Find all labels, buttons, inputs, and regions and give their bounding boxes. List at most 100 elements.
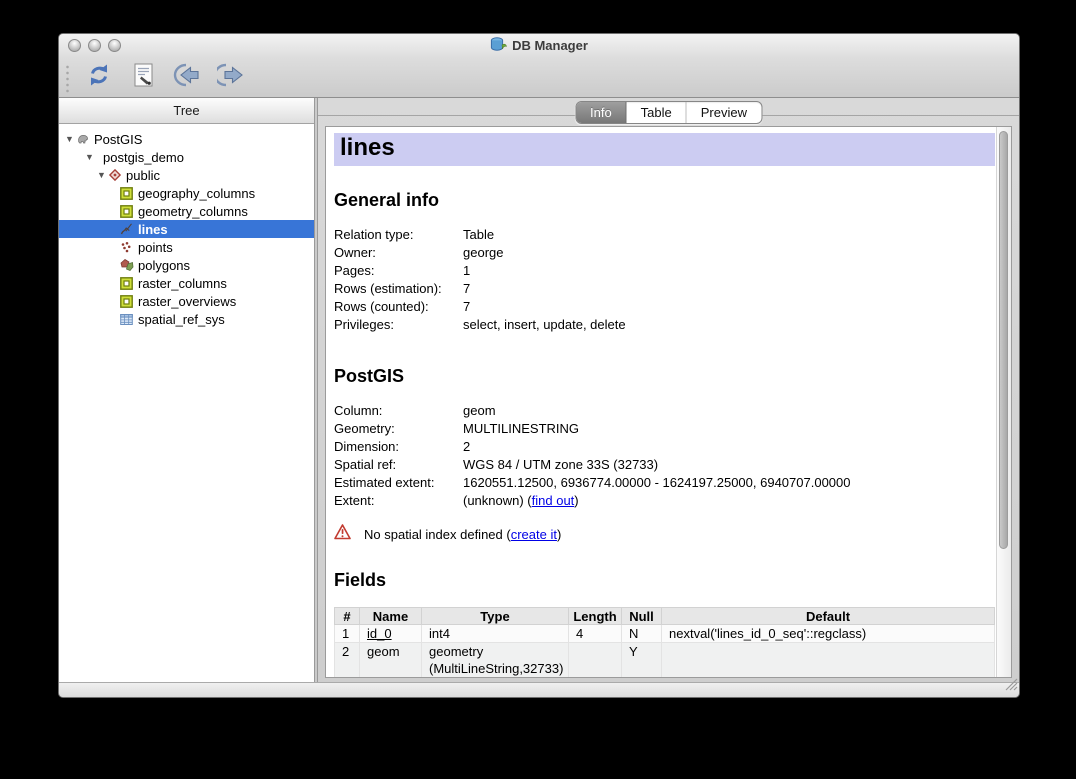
table-grid-icon [119, 312, 134, 326]
import-layer-button[interactable] [172, 63, 202, 93]
point-layer-icon [119, 240, 134, 254]
tree-item-label: points [138, 240, 173, 255]
tree-item-label: lines [138, 222, 168, 237]
info-view: lines General info Relation type:Table O… [325, 126, 1012, 678]
tree-item-postgis-demo[interactable]: ▼ postgis_demo [59, 148, 314, 166]
tree-item-label: raster_overviews [138, 294, 236, 309]
fields-header-row: # Name Type Length Null Default [335, 608, 995, 625]
tab-info[interactable]: Info [576, 102, 627, 123]
disclosure-triangle-icon[interactable]: ▼ [84, 152, 95, 162]
toolbar-drag-handle[interactable] [64, 63, 70, 93]
info-label: Relation type: [334, 226, 463, 244]
extent-value: (unknown) (find out) [463, 492, 579, 510]
info-label: Spatial ref: [334, 456, 463, 474]
warning-text: No spatial index defined (create it) [364, 526, 561, 544]
info-value: george [463, 244, 503, 262]
tree-item-points[interactable]: points [59, 238, 314, 256]
layer-square-icon [119, 186, 134, 200]
view-tabs: Info Table Preview [575, 101, 762, 124]
col-null: Null [622, 608, 662, 625]
table-row: 1 id_0 int4 4 N nextval('lines_id_0_seq'… [335, 625, 995, 643]
tree-panel: Tree ▼ PostGIS ▼ postgis_demo ▼ [59, 98, 314, 682]
info-value: select, insert, update, delete [463, 316, 626, 334]
sql-window-icon [133, 63, 154, 93]
info-value: geom [463, 402, 496, 420]
layer-square-icon [119, 294, 134, 308]
info-document: lines General info Relation type:Table O… [326, 127, 996, 677]
info-label: Dimension: [334, 438, 463, 456]
layer-square-icon [119, 276, 134, 290]
refresh-button[interactable] [84, 63, 114, 93]
info-value: 1620551.12500, 6936774.00000 - 1624197.2… [463, 474, 851, 492]
db-manager-window: DB Manager [58, 33, 1020, 698]
window-title: DB Manager [512, 38, 588, 53]
postgis-heading: PostGIS [334, 366, 996, 387]
create-it-link[interactable]: create it [511, 527, 557, 542]
disclosure-triangle-icon[interactable]: ▼ [96, 170, 107, 180]
detail-panel: Info Table Preview lines General info Re… [318, 98, 1019, 682]
sql-window-button[interactable] [128, 63, 158, 93]
window-chrome: DB Manager [59, 34, 1019, 98]
schema-diamond-icon [107, 168, 122, 182]
import-arrow-icon [173, 63, 201, 92]
info-label: Column: [334, 402, 463, 420]
info-label: Geometry: [334, 420, 463, 438]
general-info-rows: Relation type:Table Owner:george Pages:1… [334, 226, 996, 334]
col-length: Length [569, 608, 622, 625]
find-out-link[interactable]: find out [532, 493, 575, 508]
tree-item-label: geography_columns [138, 186, 255, 201]
tree[interactable]: ▼ PostGIS ▼ postgis_demo ▼ publ [59, 124, 314, 682]
col-name: Name [360, 608, 422, 625]
tree-item-raster-overviews[interactable]: raster_overviews [59, 292, 314, 310]
col-type: Type [422, 608, 569, 625]
postgis-rows: Column:geom Geometry:MULTILINESTRING Dim… [334, 402, 996, 510]
info-label: Rows (estimation): [334, 280, 463, 298]
tree-item-label: polygons [138, 258, 190, 273]
info-label: Pages: [334, 262, 463, 280]
info-value: WGS 84 / UTM zone 33S (32733) [463, 456, 658, 474]
resize-grip-icon[interactable] [1005, 678, 1018, 696]
export-layer-button[interactable] [216, 63, 246, 93]
info-value: 1 [463, 262, 470, 280]
info-value: 2 [463, 438, 470, 456]
tree-item-raster-columns[interactable]: raster_columns [59, 274, 314, 292]
tree-item-geography-columns[interactable]: geography_columns [59, 184, 314, 202]
tree-item-label: public [126, 168, 160, 183]
info-value: 7 [463, 298, 470, 316]
export-arrow-icon [217, 63, 245, 92]
general-info-heading: General info [334, 190, 996, 211]
tree-item-label: PostGIS [94, 132, 142, 147]
tree-item-public[interactable]: ▼ public [59, 166, 314, 184]
tree-item-postgis[interactable]: ▼ PostGIS [59, 130, 314, 148]
col-default: Default [662, 608, 995, 625]
tree-item-geometry-columns[interactable]: geometry_columns [59, 202, 314, 220]
fields-heading: Fields [334, 570, 996, 591]
tree-item-label: geometry_columns [138, 204, 248, 219]
fields-table: # Name Type Length Null Default 1 id_0 i… [334, 607, 995, 677]
info-value: MULTILINESTRING [463, 420, 579, 438]
toolbar [59, 57, 1019, 98]
spatial-index-warning: No spatial index defined (create it) [334, 524, 996, 545]
info-value: Table [463, 226, 494, 244]
tab-preview[interactable]: Preview [687, 102, 761, 123]
status-bar [59, 682, 1019, 697]
info-label: Privileges: [334, 316, 463, 334]
info-label: Rows (counted): [334, 298, 463, 316]
polygon-layer-icon [119, 258, 134, 272]
col-num: # [335, 608, 360, 625]
field-name-link[interactable]: id_0 [367, 626, 392, 641]
tree-panel-header: Tree [59, 98, 314, 124]
tree-item-label: postgis_demo [103, 150, 184, 165]
tree-item-lines[interactable]: lines [59, 220, 314, 238]
vertical-scrollbar[interactable] [996, 127, 1011, 677]
tree-item-label: spatial_ref_sys [138, 312, 225, 327]
info-label: Extent: [334, 492, 463, 510]
tree-item-spatial-ref-sys[interactable]: spatial_ref_sys [59, 310, 314, 328]
warning-icon [334, 524, 351, 545]
layer-square-icon [119, 204, 134, 218]
tree-item-polygons[interactable]: polygons [59, 256, 314, 274]
titlebar[interactable]: DB Manager [59, 34, 1019, 57]
tab-table[interactable]: Table [627, 102, 687, 123]
disclosure-triangle-icon[interactable]: ▼ [64, 134, 75, 144]
scrollbar-thumb[interactable] [999, 131, 1008, 549]
